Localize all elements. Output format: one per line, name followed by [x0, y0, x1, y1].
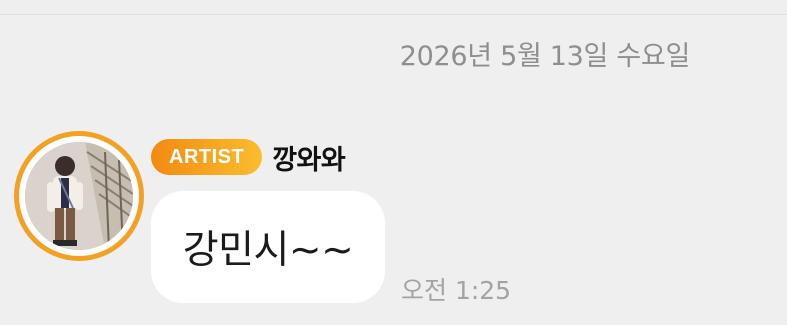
message-row: ARTIST 깡와와 강민시~~ 오전 1:25 — [0, 125, 787, 315]
sender-name[interactable]: 깡와와 — [272, 138, 346, 177]
profile-photo-icon — [25, 142, 133, 250]
message-text: 강민시~~ — [182, 228, 354, 273]
artist-badge: ARTIST — [151, 139, 263, 175]
message-timestamp: 오전 1:25 — [401, 276, 512, 305]
avatar-illustration — [25, 142, 133, 250]
message-bubble[interactable]: 강민시~~ — [151, 191, 385, 303]
date-separator: 2026년 5월 13일 수요일 — [399, 41, 691, 72]
top-divider — [0, 14, 787, 15]
sender-header: ARTIST 깡와와 — [151, 138, 346, 177]
avatar-ring-inner — [19, 136, 139, 256]
avatar[interactable] — [14, 131, 144, 261]
